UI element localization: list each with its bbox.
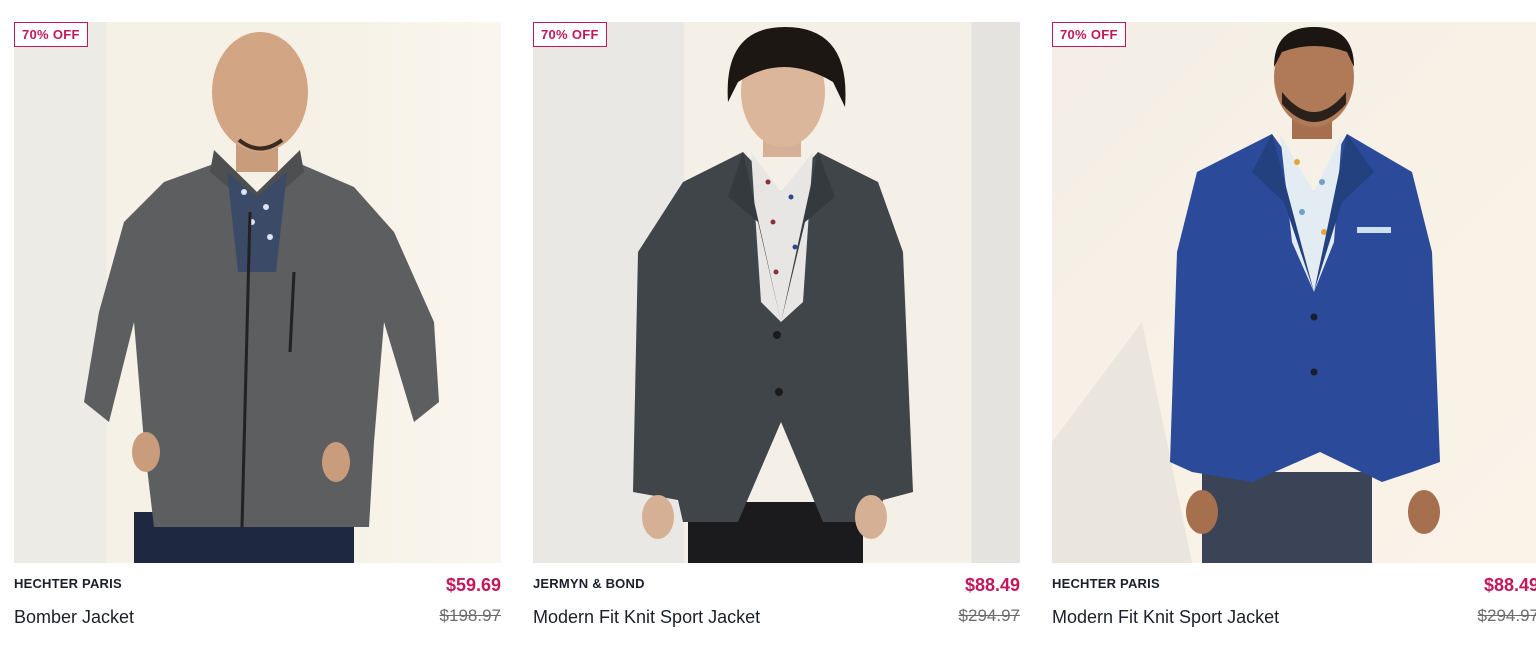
discount-badge: 70% OFF: [14, 22, 88, 47]
product-info: JERMYN & BOND $88.49 Modern Fit Knit Spo…: [533, 563, 1020, 633]
product-name[interactable]: Modern Fit Knit Sport Jacket: [1052, 607, 1279, 628]
product-brand: JERMYN & BOND: [533, 576, 645, 591]
product-image[interactable]: 70% OFF: [533, 22, 1020, 563]
product-brand: HECHTER PARIS: [14, 576, 122, 591]
original-price: $294.97: [1477, 606, 1536, 625]
product-card[interactable]: 70% OFF: [1052, 22, 1536, 632]
sale-price: $88.49: [1483, 575, 1536, 595]
product-image[interactable]: 70% OFF: [14, 22, 501, 563]
discount-badge: 70% OFF: [1052, 22, 1126, 47]
discount-badge: 70% OFF: [533, 22, 607, 47]
original-price: $294.97: [958, 606, 1020, 625]
model-photo-icon: [84, 32, 439, 563]
product-info: HECHTER PARIS $59.69 Bomber Jacket $198.…: [14, 563, 501, 633]
model-photo-icon: [1052, 27, 1440, 563]
model-photo-icon: [633, 27, 913, 563]
product-card[interactable]: 70% OFF: [14, 22, 501, 632]
product-name[interactable]: Bomber Jacket: [14, 607, 134, 628]
original-price: $198.97: [439, 606, 501, 625]
product-info: HECHTER PARIS $88.49 Modern Fit Knit Spo…: [1052, 563, 1536, 633]
product-grid: 70% OFF HECHTER PARIS $59.69 Bomber Jack…: [0, 0, 1536, 649]
sale-price: $88.49: [964, 575, 1020, 595]
product-name[interactable]: Modern Fit Knit Sport Jacket: [533, 607, 760, 628]
sale-price: $59.69: [445, 575, 501, 595]
product-image[interactable]: 70% OFF: [1052, 22, 1536, 563]
product-brand: HECHTER PARIS: [1052, 576, 1160, 591]
product-card[interactable]: 70% OFF: [533, 22, 1020, 632]
